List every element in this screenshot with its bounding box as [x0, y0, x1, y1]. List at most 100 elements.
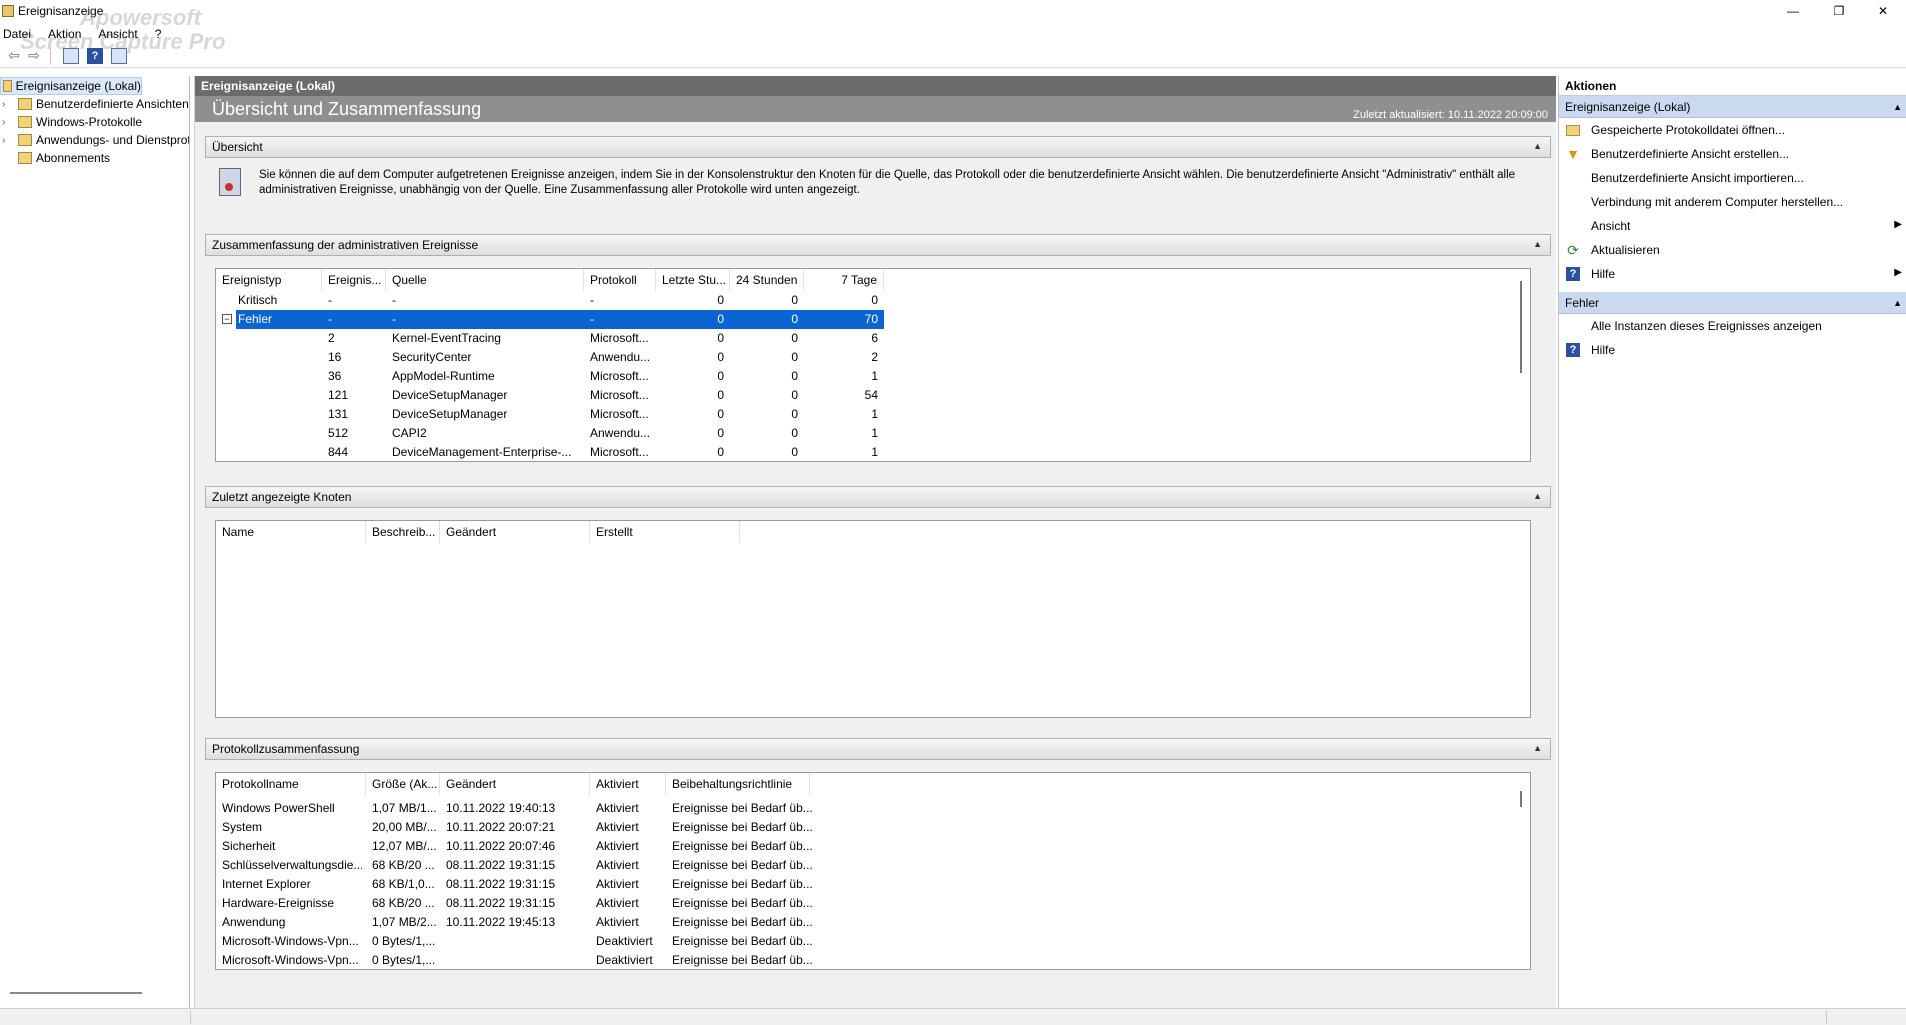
log-table-scrollbar[interactable] [1520, 791, 1522, 807]
event-viewer-icon [3, 80, 12, 92]
submenu-arrow-icon: ▶ [1894, 267, 1902, 278]
collapse-minus-icon[interactable]: − [222, 314, 232, 324]
table-row[interactable]: Internet Explorer 68 KB/1,0... 08.11.2022 … [216, 875, 1530, 894]
action-item[interactable]: Gespeicherte Protokolldatei öffnen... [1559, 118, 1906, 142]
menu-datei[interactable]: Datei [3, 27, 31, 41]
action-label: Hilfe [1591, 267, 1616, 281]
table-row[interactable]: Anwendung 1,07 MB/2... 10.11.2022 19:45:13… [216, 913, 1530, 932]
cell-day: 0 [791, 312, 798, 326]
table-row[interactable]: Schlüsselverwaltungsdie... 68 KB/20 ... 08… [216, 856, 1530, 875]
table-row[interactable]: 2 Kernel-EventTracing Microsoft... 0 0 6 [216, 329, 1530, 348]
cell-week: 2 [871, 350, 878, 364]
menu-bar: Datei Aktion Ansicht ? [0, 24, 1906, 44]
admin-summary-section-header[interactable]: Zusammenfassung der administrativen Erei… [205, 234, 1551, 256]
action-item[interactable]: Ansicht ▶ [1559, 214, 1906, 238]
filter-icon: ▼ [1566, 146, 1580, 162]
table-row[interactable]: Hardware-Ereignisse 68 KB/20 ... 08.11.202… [216, 894, 1530, 913]
collapse-icon[interactable]: ▲ [1893, 298, 1902, 308]
recent-nodes-section-header[interactable]: Zuletzt angezeigte Knoten ▲ [205, 486, 1551, 508]
tree-item-app-service-logs[interactable]: › Anwendungs- und Dienstprotokolle [2, 131, 189, 149]
cell-policy: Ereignisse bei Bedarf üb... [672, 820, 812, 834]
table-row[interactable]: Kritisch - - - 0 0 0 [216, 291, 1530, 310]
cell-enabled: Aktiviert [596, 877, 639, 891]
cell-name: Windows PowerShell [222, 801, 335, 815]
action-item[interactable]: ? Hilfe ▶ [1559, 262, 1906, 286]
minimize-button[interactable]: — [1770, 0, 1816, 22]
collapse-icon[interactable]: ▲ [1893, 102, 1902, 112]
table-row[interactable]: 36 AppModel-Runtime Microsoft... 0 0 1 [216, 367, 1530, 386]
help-icon[interactable]: ? [85, 46, 105, 66]
column-header[interactable]: Protokoll [584, 269, 656, 291]
cell-changed: 10.11.2022 20:07:21 [446, 820, 556, 834]
table-row[interactable]: Sicherheit 12,07 MB/... 10.11.2022 20:07:4… [216, 837, 1530, 856]
table-row[interactable]: Microsoft-Windows-Vpn... 0 Bytes/1,... Dea… [216, 932, 1530, 951]
table-row[interactable]: 16 SecurityCenter Anwendu... 0 0 2 [216, 348, 1530, 367]
table-row[interactable]: 844 DeviceManagement-Enterprise-... Micros… [216, 443, 1530, 461]
menu-aktion[interactable]: Aktion [48, 27, 81, 41]
column-header[interactable]: 7 Tage [804, 269, 884, 291]
show-hide-tree-icon[interactable] [61, 46, 81, 66]
column-header[interactable]: Beibehaltungsrichtlinie [666, 773, 810, 795]
tree-horizontal-scrollbar[interactable] [10, 992, 142, 994]
action-item[interactable]: ⟳ Aktualisieren [1559, 238, 1906, 262]
actions-group-error[interactable]: Fehler ▲ [1559, 292, 1906, 314]
action-item[interactable]: ▼ Benutzerdefinierte Ansicht erstellen... [1559, 142, 1906, 166]
collapse-icon[interactable]: ▲ [1533, 743, 1542, 753]
cell-day: 0 [791, 426, 798, 440]
column-header[interactable]: Protokollname [216, 773, 366, 795]
cell-log: - [590, 312, 594, 326]
column-header[interactable]: Größe (Ak... [366, 773, 440, 795]
tree-item-event-viewer-local[interactable]: Ereignisanzeige (Lokal) [0, 77, 142, 95]
column-header[interactable]: Ereignis... [322, 269, 386, 291]
menu-ansicht[interactable]: Ansicht [98, 27, 137, 41]
title-bar: Ereignisanzeige — ❐ ✕ [0, 0, 1906, 22]
collapse-icon[interactable]: ▲ [1533, 491, 1542, 501]
folder-icon [18, 116, 32, 128]
action-item[interactable]: Alle Instanzen dieses Ereignisses anzeig… [1559, 314, 1906, 338]
tree-item-windows-logs[interactable]: › Windows-Protokolle [2, 113, 142, 131]
table-row[interactable]: 121 DeviceSetupManager Microsoft... 0 0 54 [216, 386, 1530, 405]
column-header[interactable]: Beschreib... [366, 521, 440, 543]
cell-size: 0 Bytes/1,... [372, 953, 436, 967]
column-header[interactable]: Aktiviert [590, 773, 666, 795]
column-header[interactable]: Geändert [440, 521, 590, 543]
action-item[interactable]: ? Hilfe [1559, 338, 1906, 362]
close-button[interactable]: ✕ [1860, 0, 1906, 22]
column-header[interactable]: Name [216, 521, 366, 543]
table-row[interactable]: Windows PowerShell 1,07 MB/1... 10.11.2022… [216, 799, 1530, 818]
show-hide-actions-icon[interactable] [109, 46, 129, 66]
actions-group-event-viewer[interactable]: Ereignisanzeige (Lokal) ▲ [1559, 96, 1906, 118]
help-icon: ? [1566, 267, 1580, 281]
column-header[interactable]: Letzte Stu... [656, 269, 730, 291]
column-header[interactable]: 24 Stunden [730, 269, 804, 291]
column-header[interactable]: Erstellt [590, 521, 740, 543]
expand-chevron-icon[interactable]: › [2, 99, 12, 110]
forward-arrow-icon[interactable]: ⇨ [24, 46, 44, 66]
cell-hour: 0 [717, 369, 724, 383]
table-row[interactable]: Microsoft-Windows-Vpn... 0 Bytes/1,... Dea… [216, 951, 1530, 969]
admin-table-scrollbar[interactable] [1520, 281, 1522, 373]
action-item[interactable]: Benutzerdefinierte Ansicht importieren..… [1559, 166, 1906, 190]
restore-button[interactable]: ❐ [1816, 0, 1862, 22]
cell-changed: 10.11.2022 19:45:13 [446, 915, 556, 929]
collapse-icon[interactable]: ▲ [1533, 239, 1542, 249]
cell-type [238, 386, 318, 405]
log-summary-section-header[interactable]: Protokollzusammenfassung ▲ [205, 738, 1551, 760]
expand-chevron-icon[interactable]: › [2, 135, 12, 146]
overview-section-header[interactable]: Übersicht ▲ [205, 136, 1551, 158]
action-item[interactable]: Verbindung mit anderem Computer herstell… [1559, 190, 1906, 214]
expand-chevron-icon[interactable]: › [2, 117, 12, 128]
table-row[interactable]: System 20,00 MB/... 10.11.2022 20:07:21 Akt… [216, 818, 1530, 837]
collapse-icon[interactable]: ▲ [1533, 141, 1542, 151]
column-header[interactable]: Quelle [386, 269, 584, 291]
table-row[interactable]: 131 DeviceSetupManager Microsoft... 0 0 1 [216, 405, 1530, 424]
table-row[interactable]: − Fehler - - - 0 0 70 [216, 310, 1530, 329]
column-header[interactable]: Geändert [440, 773, 590, 795]
table-row[interactable]: 512 CAPI2 Anwendu... 0 0 1 [216, 424, 1530, 443]
menu-help[interactable]: ? [155, 27, 162, 41]
column-header[interactable]: Ereignistyp [216, 269, 322, 291]
tree-item-custom-views[interactable]: › Benutzerdefinierte Ansichten [2, 95, 189, 113]
back-arrow-icon[interactable]: ⇦ [4, 46, 24, 66]
tree-item-subscriptions[interactable]: Abonnements [2, 149, 110, 167]
cell-policy: Ereignisse bei Bedarf üb... [672, 915, 812, 929]
